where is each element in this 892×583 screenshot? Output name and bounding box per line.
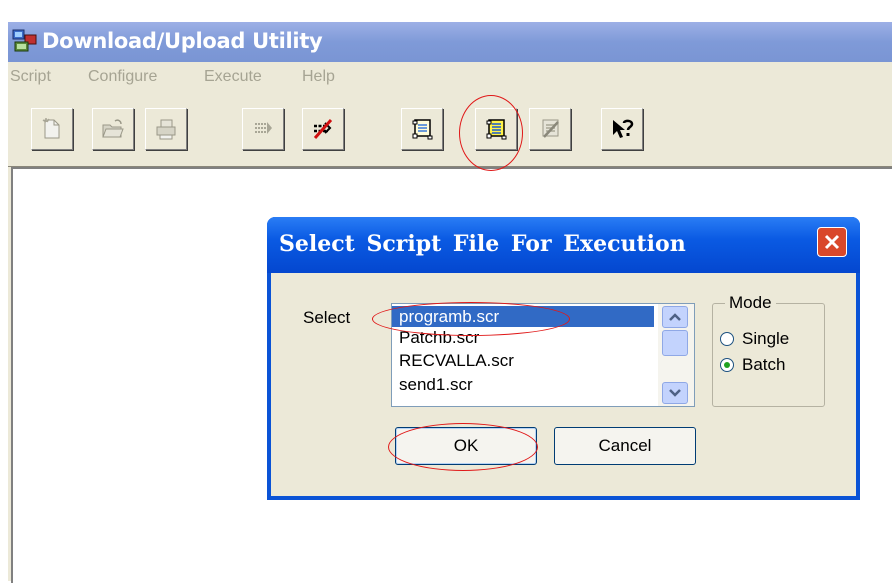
context-help-button[interactable] xyxy=(601,108,643,150)
menu-execute[interactable]: Execute xyxy=(204,68,262,86)
chevron-down-icon xyxy=(669,389,681,397)
close-icon xyxy=(824,234,840,250)
open-script-button[interactable] xyxy=(92,108,134,150)
single-script-icon xyxy=(412,119,433,140)
disconnect-button[interactable] xyxy=(302,108,344,150)
dialog-title-bar[interactable]: Select Script File For Execution xyxy=(267,217,860,273)
menu-help[interactable]: Help xyxy=(302,68,335,86)
dialog-title: Select Script File For Execution xyxy=(279,231,686,257)
disconnect-icon xyxy=(313,119,333,139)
edit-script-icon xyxy=(542,119,559,138)
print-button[interactable] xyxy=(145,108,187,150)
new-script-icon xyxy=(42,118,60,139)
batch-radio[interactable] xyxy=(720,358,734,372)
annotation-ellipse xyxy=(388,423,538,471)
menu-configure[interactable]: Configure xyxy=(88,68,157,86)
toolbar xyxy=(8,92,892,167)
single-script-button[interactable] xyxy=(401,108,443,150)
scroll-down-button[interactable] xyxy=(662,382,688,404)
list-item-recvalla[interactable]: RECVALLA.scr xyxy=(392,350,654,371)
radio-selected-dot xyxy=(724,362,730,368)
print-icon xyxy=(156,119,176,140)
cancel-button[interactable]: Cancel xyxy=(554,427,696,465)
title-bar[interactable]: Download/Upload Utility xyxy=(8,22,892,62)
context-help-icon xyxy=(613,119,634,138)
chevron-up-icon xyxy=(669,313,681,321)
list-item-send1[interactable]: send1.scr xyxy=(392,374,654,395)
app-icon xyxy=(12,29,37,52)
transfer-icon xyxy=(255,122,272,134)
menu-script[interactable]: Script xyxy=(10,68,51,86)
list-scrollbar[interactable] xyxy=(658,304,694,406)
mode-group: Mode Single Batch xyxy=(712,293,825,407)
select-script-dialog: Select Script File For Execution Select … xyxy=(267,217,860,500)
scroll-up-button[interactable] xyxy=(662,306,688,328)
close-button[interactable] xyxy=(817,227,847,257)
transfer-button[interactable] xyxy=(242,108,284,150)
batch-radio-label: Batch xyxy=(742,355,786,374)
single-radio-label: Single xyxy=(742,329,790,348)
mode-label: Mode xyxy=(725,293,776,313)
single-radio[interactable] xyxy=(720,332,734,346)
menu-bar: Script Configure Execute Help xyxy=(8,64,892,90)
scroll-thumb[interactable] xyxy=(662,330,688,356)
annotation-ellipse xyxy=(459,95,523,171)
new-script-button[interactable] xyxy=(31,108,73,150)
annotation-ellipse xyxy=(372,302,570,336)
select-label: Select xyxy=(303,308,351,327)
app-title: Download/Upload Utility xyxy=(42,29,323,53)
dialog-body: Select programb.scr Patchb.scr RECVALLA.… xyxy=(271,273,856,496)
open-folder-icon xyxy=(102,119,124,138)
edit-script-button[interactable] xyxy=(529,108,571,150)
